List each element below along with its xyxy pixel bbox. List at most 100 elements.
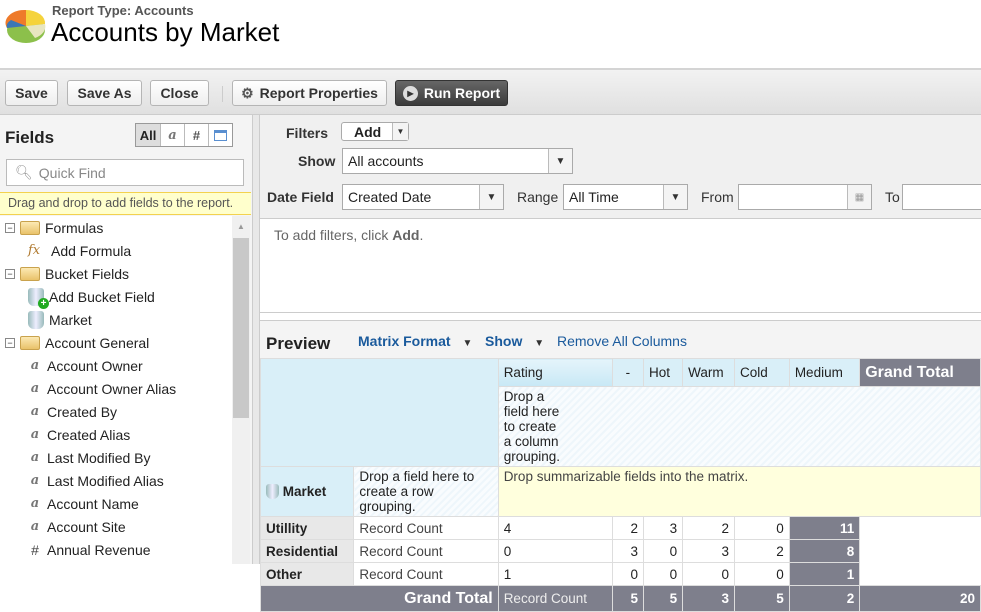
field-tree-label: Created Alias [47, 426, 131, 443]
column-header: Warm [682, 358, 736, 387]
from-label: From [701, 189, 734, 205]
range-value: All Time [569, 189, 619, 205]
column-header: - [611, 358, 644, 387]
field-tree-item[interactable]: + Add Bucket Field [28, 285, 155, 309]
measure-label: Record Count [353, 562, 499, 586]
field-tree-item[interactable]: Market [28, 308, 92, 331]
column-header: Medium [788, 358, 861, 387]
show-menu[interactable]: Show ▼ [485, 333, 544, 349]
row-drop-zone[interactable]: Drop a field here to create a row groupi… [353, 466, 499, 517]
collapse-icon[interactable]: − [5, 337, 15, 348]
date-field-value: Created Date [348, 189, 432, 205]
value-cell: 0 [682, 562, 736, 586]
field-tree-item[interactable]: − Account General [5, 331, 149, 354]
text-field-icon: a [30, 381, 40, 396]
add-filter-button[interactable]: Add ▼ [341, 122, 409, 141]
value-cell: 0 [642, 539, 684, 563]
total-cell: 5 [611, 585, 644, 612]
value-cell: 2 [611, 516, 644, 540]
filter-number-button[interactable]: # [184, 124, 208, 146]
filter-text-button[interactable]: a [160, 124, 184, 146]
field-tree-label: Add Formula [51, 242, 132, 259]
panel-splitter[interactable] [252, 115, 260, 564]
value-cell: 3 [611, 539, 644, 563]
field-tree-item[interactable]: a Created By [28, 400, 117, 423]
field-tree-label: Created By [47, 403, 118, 420]
search-icon: 🔍︎ [15, 164, 33, 180]
field-tree-item[interactable]: a Last Modified Alias [28, 469, 164, 492]
matrix-format-menu[interactable]: Matrix Format ▼ [358, 333, 472, 349]
folder-icon [20, 335, 40, 350]
filter-all-button[interactable]: All [136, 124, 160, 146]
value-cell: 2 [682, 516, 736, 540]
collapse-icon[interactable]: − [5, 222, 15, 233]
filters-empty-text: To add filters, click Add. [274, 227, 423, 243]
field-tree-item[interactable]: a Account Name [28, 492, 139, 515]
from-date-input[interactable]: ▦ [738, 184, 872, 210]
report-properties-button[interactable]: ⚙ Report Properties [232, 80, 387, 106]
field-tree-item[interactable]: a Last Modified By [28, 446, 151, 469]
grand-total-header: Grand Total [859, 358, 981, 387]
grand-total-value: 20 [859, 585, 981, 612]
measure-label: Record Count [353, 516, 499, 540]
value-cell: 0 [734, 562, 790, 586]
range-select[interactable]: All Time ▼ [563, 184, 688, 210]
chevron-down-icon: ▼ [479, 185, 503, 209]
field-tree-item[interactable]: a Account Owner [28, 354, 143, 377]
matrix-row: Residential Record Count 0 3 0 3 2 8 [259, 539, 981, 563]
field-tree-item[interactable]: a Account Site [28, 515, 126, 538]
quick-find-placeholder: Quick Find [38, 164, 106, 181]
save-button[interactable]: Save [5, 80, 58, 106]
value-cell: 2 [734, 539, 790, 563]
close-button[interactable]: Close [150, 80, 209, 106]
gear-icon: ⚙ [241, 84, 254, 101]
text-field-icon: a [30, 358, 40, 373]
summary-drop-zone[interactable]: Drop summarizable fields into the matrix… [497, 466, 981, 517]
field-tree-label: Last Modified By [47, 449, 151, 466]
date-field-label: Date Field [267, 189, 334, 205]
folder-icon [20, 220, 40, 235]
field-tree-label: Account Owner Alias [47, 380, 177, 397]
save-as-button[interactable]: Save As [67, 80, 142, 106]
matrix-corner [260, 358, 499, 467]
text-type-icon: a [168, 127, 177, 143]
measure-label: Record Count [353, 539, 499, 563]
add-bucket-icon: + [28, 287, 49, 309]
field-tree-label: Account Site [47, 518, 126, 535]
value-cell: 3 [682, 539, 736, 563]
tree-scroll-thumb[interactable] [233, 238, 249, 418]
filter-date-button[interactable] [208, 124, 232, 146]
field-tree: − Formulas fx Add Formula − Bucket Fields + Add… [0, 216, 232, 564]
show-select[interactable]: All accounts ▼ [342, 148, 573, 174]
value-cell: 0 [497, 539, 613, 563]
row-label: Residential [259, 539, 355, 563]
grand-total-row-label: Grand Total [260, 585, 499, 612]
text-field-icon: a [30, 404, 40, 419]
to-date-input[interactable] [902, 184, 981, 210]
run-report-button[interactable]: ▶ Run Report [395, 80, 508, 106]
field-tree-item[interactable]: fx Add Formula [28, 239, 131, 262]
number-field-icon: # [31, 541, 39, 558]
formula-icon: fx [28, 243, 41, 258]
report-type: Report Type: Accounts [52, 3, 194, 18]
calendar-icon[interactable]: ▦ [847, 185, 871, 209]
row-group-header[interactable]: Market [259, 466, 355, 517]
field-tree-item[interactable]: a Account Owner Alias [28, 377, 176, 400]
collapse-icon[interactable]: − [5, 268, 15, 279]
range-label: Range [517, 189, 559, 205]
field-tree-item[interactable]: − Bucket Fields [5, 262, 129, 285]
date-field-select[interactable]: Created Date ▼ [342, 184, 504, 210]
field-tree-label: Add Bucket Field [49, 288, 155, 305]
field-tree-label: Account General [45, 334, 150, 351]
field-tree-item[interactable]: # Annual Revenue [28, 538, 150, 561]
chevron-down-icon: ▼ [392, 123, 408, 140]
quick-find-input[interactable]: 🔍︎ Quick Find [6, 159, 244, 186]
column-drop-zone[interactable]: Drop a field here to create a column gro… [497, 386, 981, 467]
remove-all-columns-link[interactable]: Remove All Columns [557, 333, 687, 349]
column-group-header[interactable]: Rating [497, 358, 613, 387]
bucket-icon [28, 310, 44, 329]
filters-panel: Filters Add ▼ Show All accounts ▼ Date Fie… [260, 115, 981, 219]
field-tree-item[interactable]: a Created Alias [28, 423, 131, 446]
field-tree-item[interactable]: − Formulas [5, 216, 103, 239]
empty-prefix: To add filters, click [274, 227, 393, 243]
